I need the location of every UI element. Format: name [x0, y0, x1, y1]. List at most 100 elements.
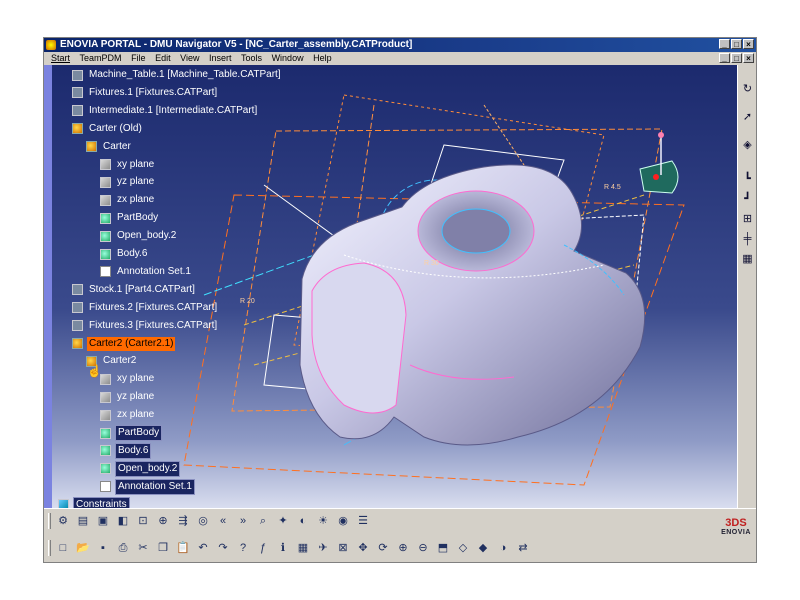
copy-icon[interactable]: ❐: [156, 541, 170, 555]
menu-teampdm[interactable]: TeamPDM: [80, 52, 122, 65]
annotation-icon[interactable]: ◧: [116, 514, 130, 528]
tree-item[interactable]: Carter (Old): [72, 122, 144, 136]
hide-show-icon[interactable]: ◑: [496, 541, 510, 555]
tree-scroll-rail[interactable]: [44, 65, 52, 508]
cut-icon[interactable]: ✂: [136, 541, 150, 555]
undo-icon[interactable]: ↶: [196, 541, 210, 555]
compass-icon[interactable]: [639, 132, 679, 194]
tree-item[interactable]: Carter: [86, 140, 133, 154]
title-bar[interactable]: ENOVIA PORTAL - DMU Navigator V5 - [NC_C…: [44, 38, 756, 52]
doc-restore-button[interactable]: □: [731, 53, 742, 63]
list-icon[interactable]: ☰: [356, 514, 370, 528]
tree-item[interactable]: Stock.1 [Part4.CATPart]: [72, 283, 197, 297]
measure-icon[interactable]: ◈: [741, 139, 754, 152]
iso-view-icon[interactable]: ◇: [456, 541, 470, 555]
menu-help[interactable]: Help: [313, 52, 332, 65]
tree-item[interactable]: zx plane: [100, 193, 156, 207]
print-icon[interactable]: ⎙: [116, 541, 130, 555]
tree-item[interactable]: Body.6: [100, 442, 152, 459]
tree-item[interactable]: Constraints: [58, 496, 130, 508]
product-node-icon[interactable]: ⊞: [741, 213, 754, 226]
3d-viewport[interactable]: R 20 R 4.5 R 30 Machine_Table.1 [Machine…: [44, 65, 737, 508]
tree-item[interactable]: Annotation Set.1: [100, 478, 195, 495]
normal-view-icon[interactable]: ⬒: [436, 541, 450, 555]
menu-file[interactable]: File: [131, 52, 146, 65]
doc-minimize-button[interactable]: _: [719, 53, 730, 63]
tree-item[interactable]: Fixtures.3 [Fixtures.CATPart]: [72, 319, 219, 333]
doc-close-button[interactable]: ×: [743, 53, 754, 63]
tree-item-label: Intermediate.1 [Intermediate.CATPart]: [89, 104, 258, 116]
formula-icon[interactable]: ƒ: [256, 541, 270, 555]
grid-icon[interactable]: ▦: [741, 253, 754, 266]
new-icon[interactable]: □: [56, 541, 70, 555]
app-icon: [46, 40, 56, 50]
tree-item[interactable]: Carter2 (Carter2.1): [72, 336, 176, 351]
logo-text: ENOVIA: [721, 529, 751, 536]
filter-icon[interactable]: ⊕: [156, 514, 170, 528]
help-icon[interactable]: ?: [236, 541, 250, 555]
menu-tools[interactable]: Tools: [241, 52, 262, 65]
tree-item-label: Open_body.2: [117, 230, 177, 242]
minimize-button[interactable]: _: [719, 39, 730, 49]
constraint-icon[interactable]: ╪: [741, 233, 754, 246]
pan-icon[interactable]: ✥: [356, 541, 370, 555]
tree-collapse-icon[interactable]: ┛: [741, 193, 754, 206]
tree-item[interactable]: Open_body.2: [100, 229, 178, 243]
tree-item[interactable]: PartBody: [100, 211, 160, 225]
section-icon[interactable]: ▤: [76, 514, 90, 528]
fit-all-icon[interactable]: ⊠: [336, 541, 350, 555]
zoom-out-icon[interactable]: ⊖: [416, 541, 430, 555]
compass-icon[interactable]: ◎: [196, 514, 210, 528]
swept-volume-icon[interactable]: ◐: [296, 514, 310, 528]
tree-item-label: Carter (Old): [89, 122, 142, 134]
menu-insert[interactable]: Insert: [209, 52, 232, 65]
previous-view-icon[interactable]: «: [216, 514, 230, 528]
explode-icon[interactable]: ✦: [276, 514, 290, 528]
menu-window[interactable]: Window: [272, 52, 304, 65]
toolbar-grip[interactable]: [48, 513, 51, 529]
tree-expand-icon[interactable]: ┗: [741, 173, 754, 186]
tree-item[interactable]: xy plane: [100, 372, 156, 386]
save-icon[interactable]: ▪: [96, 541, 110, 555]
tree-item[interactable]: PartBody: [100, 425, 163, 441]
next-view-icon[interactable]: »: [236, 514, 250, 528]
tree-item[interactable]: Open_body.2: [100, 460, 181, 477]
table-icon[interactable]: ▦: [296, 541, 310, 555]
open-icon[interactable]: 📂: [76, 541, 90, 555]
rotate-icon[interactable]: ↻: [741, 83, 754, 96]
maximize-button[interactable]: □: [731, 39, 742, 49]
tree-item[interactable]: Machine_Table.1 [Machine_Table.CATPart]: [72, 68, 283, 82]
info-icon[interactable]: ℹ: [276, 541, 290, 555]
clash-icon[interactable]: ⚙: [56, 514, 70, 528]
fly-icon[interactable]: ✈: [316, 541, 330, 555]
light-icon[interactable]: ☀: [316, 514, 330, 528]
rotate-view-icon[interactable]: ⟳: [376, 541, 390, 555]
move-icon[interactable]: ⇶: [176, 514, 190, 528]
enovia-logo: 3DS ENOVIA: [716, 517, 756, 543]
search-icon[interactable]: ⌕: [256, 514, 270, 528]
menu-view[interactable]: View: [180, 52, 199, 65]
zoom-in-icon[interactable]: ⊕: [396, 541, 410, 555]
swap-icon[interactable]: ⇄: [516, 541, 530, 555]
tree-item[interactable]: Annotation Set.1: [100, 265, 193, 279]
tree-item[interactable]: Fixtures.1 [Fixtures.CATPart]: [72, 86, 219, 100]
paste-icon[interactable]: 📋: [176, 541, 190, 555]
menu-start[interactable]: Start: [51, 52, 70, 65]
toolbar-grip[interactable]: [48, 540, 51, 556]
tree-item[interactable]: Body.6: [100, 247, 149, 261]
tree-item-label: yz plane: [117, 176, 155, 188]
select-arrow-icon[interactable]: ➚: [741, 111, 754, 124]
menu-edit[interactable]: Edit: [155, 52, 171, 65]
redo-icon[interactable]: ↷: [216, 541, 230, 555]
tree-item[interactable]: xy plane: [100, 158, 156, 172]
render-icon[interactable]: ◆: [476, 541, 490, 555]
camera-icon[interactable]: ◉: [336, 514, 350, 528]
close-button[interactable]: ×: [743, 39, 754, 49]
tree-item[interactable]: yz plane: [100, 390, 156, 404]
tree-item[interactable]: Intermediate.1 [Intermediate.CATPart]: [72, 104, 259, 118]
distance-icon[interactable]: ▣: [96, 514, 110, 528]
tree-item[interactable]: Fixtures.2 [Fixtures.CATPart]: [72, 301, 219, 315]
tree-item[interactable]: yz plane: [100, 175, 156, 189]
tree-item[interactable]: zx plane: [100, 408, 156, 422]
group-icon[interactable]: ⊡: [136, 514, 150, 528]
